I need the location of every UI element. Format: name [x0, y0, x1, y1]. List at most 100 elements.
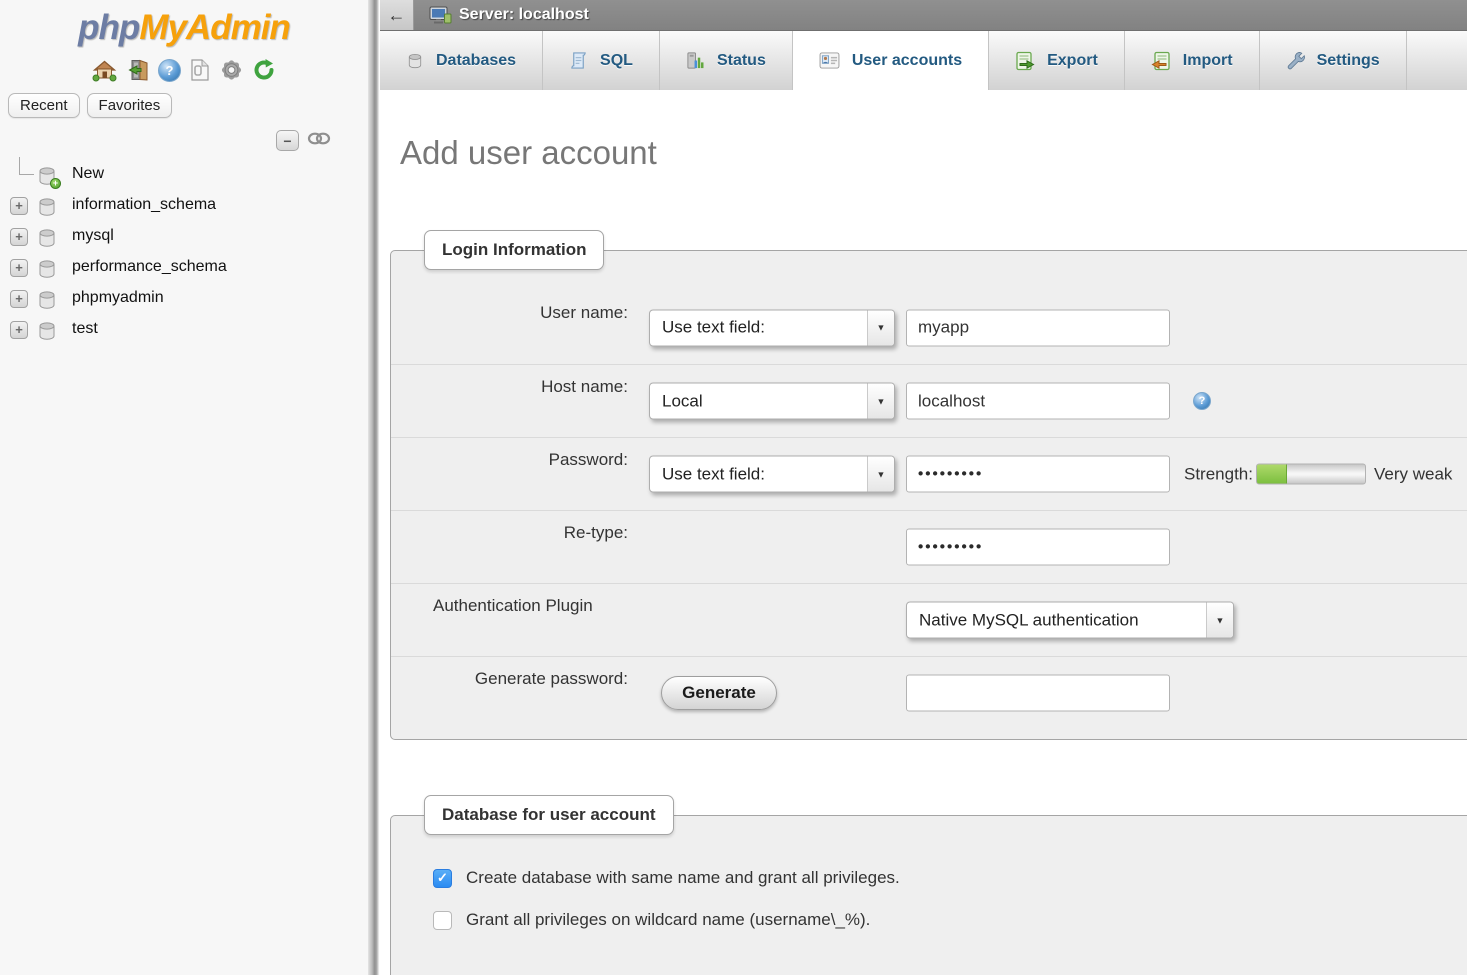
username-type-select[interactable]: Use text field: ▼ — [649, 309, 895, 346]
strength-label: Strength: — [1184, 464, 1253, 484]
hostname-type-select[interactable]: Local ▼ — [649, 383, 895, 420]
tree-item-information-schema[interactable]: + information_schema — [0, 191, 368, 222]
plus-badge-icon: + — [50, 178, 61, 189]
tree-item-label: New — [72, 165, 104, 183]
database-icon — [36, 227, 58, 249]
hostname-input[interactable] — [906, 383, 1170, 420]
hostname-row: Host name: Local ▼ ? — [391, 364, 1467, 437]
tab-label: User accounts — [852, 52, 962, 70]
reload-icon[interactable] — [252, 58, 276, 82]
settings-wrench-icon — [1286, 51, 1305, 70]
logo-myadmin-text: MyAdmin — [139, 8, 290, 47]
tree-item-performance-schema[interactable]: + performance_schema — [0, 253, 368, 284]
checkbox-label: Grant all privileges on wildcard name (u… — [466, 910, 870, 930]
export-icon — [1015, 51, 1035, 71]
select-value: Local — [662, 391, 703, 411]
tab-label: SQL — [600, 52, 633, 70]
expand-icon[interactable]: + — [10, 259, 28, 277]
expand-icon[interactable]: + — [10, 197, 28, 215]
generate-button[interactable]: Generate — [661, 676, 777, 710]
logout-icon[interactable] — [125, 58, 150, 82]
docs-icon[interactable] — [189, 58, 211, 82]
retype-row: Re-type: — [391, 510, 1467, 583]
panel-resize-handle[interactable] — [368, 0, 380, 975]
tree-item-new[interactable]: + New — [0, 160, 368, 191]
login-information-fieldset: Login Information User name: Use text fi… — [390, 250, 1467, 740]
collapse-all-icon[interactable]: − — [276, 130, 299, 151]
expand-icon[interactable]: + — [10, 290, 28, 308]
tree-item-test[interactable]: + test — [0, 315, 368, 346]
strength-meter — [1256, 464, 1366, 485]
database-icon — [406, 52, 424, 70]
favorites-button[interactable]: Favorites — [87, 93, 173, 118]
logo-php-text: php — [78, 8, 139, 47]
tab-databases[interactable]: Databases — [380, 31, 543, 90]
server-breadcrumb-bar: ← Server: localhost — [380, 0, 1467, 31]
server-breadcrumb-label[interactable]: Server: localhost — [459, 6, 589, 24]
page-title: Add user account — [400, 134, 1467, 172]
fieldset-legend: Database for user account — [424, 795, 674, 835]
tree-connector — [19, 157, 34, 175]
username-label: User name: — [433, 303, 628, 323]
select-value: Native MySQL authentication — [919, 610, 1139, 630]
tab-export[interactable]: Export — [989, 31, 1125, 90]
select-value: Use text field: — [662, 464, 765, 484]
auth-plugin-row: Authentication Plugin Native MySQL authe… — [391, 583, 1467, 656]
server-icon — [429, 6, 452, 25]
database-icon — [36, 320, 58, 342]
tree-item-label: test — [72, 320, 98, 338]
tab-settings[interactable]: Settings — [1260, 31, 1407, 90]
tab-status[interactable]: Status — [660, 31, 793, 90]
tab-label: Databases — [436, 52, 516, 70]
database-tree: + New + information_schema + mysql + — [0, 160, 368, 346]
database-icon — [36, 289, 58, 311]
retype-password-input[interactable] — [906, 529, 1170, 566]
tree-item-mysql[interactable]: + mysql — [0, 222, 368, 253]
grant-wildcard-checkbox-row[interactable]: Grant all privileges on wildcard name (u… — [433, 910, 1467, 930]
import-icon — [1151, 51, 1171, 71]
auth-plugin-select[interactable]: Native MySQL authentication ▼ — [906, 602, 1234, 639]
sidebar-toolbar: ? — [0, 57, 368, 83]
chevron-down-icon: ▼ — [867, 310, 894, 345]
grant-wildcard-checkbox[interactable] — [433, 911, 452, 930]
password-type-select[interactable]: Use text field: ▼ — [649, 456, 895, 493]
tab-import[interactable]: Import — [1125, 31, 1260, 90]
retype-label: Re-type: — [433, 523, 628, 543]
generated-password-input[interactable] — [906, 675, 1170, 712]
username-input[interactable] — [906, 309, 1170, 346]
tab-label: Settings — [1317, 52, 1380, 70]
user-accounts-icon — [819, 52, 840, 69]
tab-sql[interactable]: SQL — [543, 31, 660, 90]
strength-text: Very weak — [1374, 464, 1452, 484]
password-strength: Strength: Very weak — [1184, 464, 1452, 485]
chevron-down-icon: ▼ — [1206, 603, 1233, 638]
page-content: Add user account Login Information User … — [380, 134, 1467, 975]
tab-user-accounts[interactable]: User accounts — [793, 31, 989, 90]
hostname-help-icon[interactable]: ? — [1193, 392, 1211, 410]
database-icon — [36, 258, 58, 280]
recent-button[interactable]: Recent — [8, 93, 80, 118]
expand-icon[interactable]: + — [10, 321, 28, 339]
password-label: Password: — [433, 450, 628, 470]
select-value: Use text field: — [662, 318, 765, 338]
tree-item-label: mysql — [72, 227, 114, 245]
expand-icon[interactable]: + — [10, 228, 28, 246]
tree-item-label: phpmyadmin — [72, 289, 164, 307]
create-db-checkbox[interactable] — [433, 869, 452, 888]
create-db-checkbox-row[interactable]: Create database with same name and grant… — [433, 868, 1467, 888]
settings-icon[interactable] — [219, 58, 244, 82]
tree-item-phpmyadmin[interactable]: + phpmyadmin — [0, 284, 368, 315]
phpmyadmin-logo[interactable]: phpMyAdmin — [0, 0, 368, 48]
password-input[interactable] — [906, 456, 1170, 493]
help-icon[interactable]: ? — [158, 59, 181, 82]
generate-password-row: Generate password: Generate — [391, 656, 1467, 729]
home-icon[interactable] — [92, 58, 117, 82]
generate-password-label: Generate password: — [433, 669, 628, 689]
tree-controls: − — [0, 130, 331, 151]
tree-item-label: information_schema — [72, 196, 216, 214]
back-button[interactable]: ← — [380, 0, 414, 30]
status-icon — [686, 51, 705, 70]
tab-label: Status — [717, 52, 766, 70]
link-with-main-panel-icon[interactable] — [307, 131, 331, 151]
auth-plugin-label: Authentication Plugin — [433, 596, 628, 616]
